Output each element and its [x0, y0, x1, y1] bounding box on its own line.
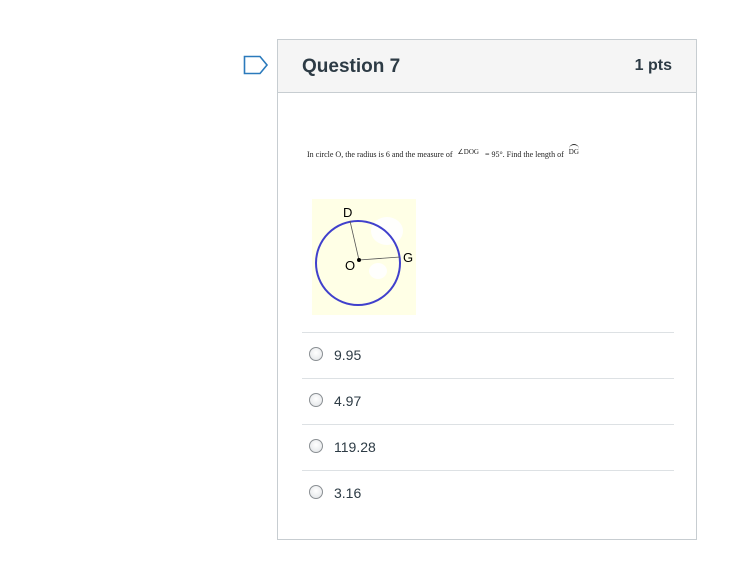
question-text: In circle O, the radius is 6 and the mea…: [307, 144, 579, 159]
radio-button[interactable]: [309, 347, 323, 361]
radio-button[interactable]: [309, 439, 323, 453]
answer-label[interactable]: 3.16: [334, 485, 361, 501]
arc-expression-label: DG: [568, 148, 579, 156]
question-title: Question 7: [302, 56, 401, 77]
answer-label[interactable]: 9.95: [334, 347, 361, 363]
question-text-part1: In circle O, the radius is 6 and the mea…: [307, 150, 453, 159]
angle-expression: ∠DOG: [457, 148, 479, 156]
question-header: Question 7 1 pts: [278, 40, 696, 93]
question-text-part2: = 95°. Find the length of: [484, 150, 564, 159]
radius-og: [358, 256, 401, 261]
center-point: [357, 258, 361, 262]
answer-label[interactable]: 119.28: [334, 439, 376, 455]
answer-option[interactable]: 4.97: [302, 378, 674, 424]
radio-button[interactable]: [309, 393, 323, 407]
circle-diagram: D O G: [312, 199, 416, 315]
question-points: 1 pts: [634, 57, 672, 74]
answer-list: 9.95 4.97 119.28 3.16: [302, 332, 674, 516]
answer-option[interactable]: 119.28: [302, 424, 674, 470]
radio-button[interactable]: [309, 485, 323, 499]
answer-option[interactable]: 3.16: [302, 470, 674, 516]
label-d: D: [343, 205, 352, 220]
circle-diagram-svg: D O G: [315, 205, 413, 306]
arc-expression: DG: [568, 144, 579, 156]
radius-od: [349, 220, 360, 261]
arc-mark-icon: [568, 144, 579, 149]
circle-outline: [315, 220, 401, 306]
label-o: O: [345, 258, 355, 273]
answer-option[interactable]: 9.95: [302, 332, 674, 378]
flag-icon[interactable]: [243, 55, 269, 75]
question-card: Question 7 1 pts In circle O, the radius…: [277, 39, 697, 540]
answer-label[interactable]: 4.97: [334, 393, 361, 409]
label-g: G: [403, 250, 413, 265]
